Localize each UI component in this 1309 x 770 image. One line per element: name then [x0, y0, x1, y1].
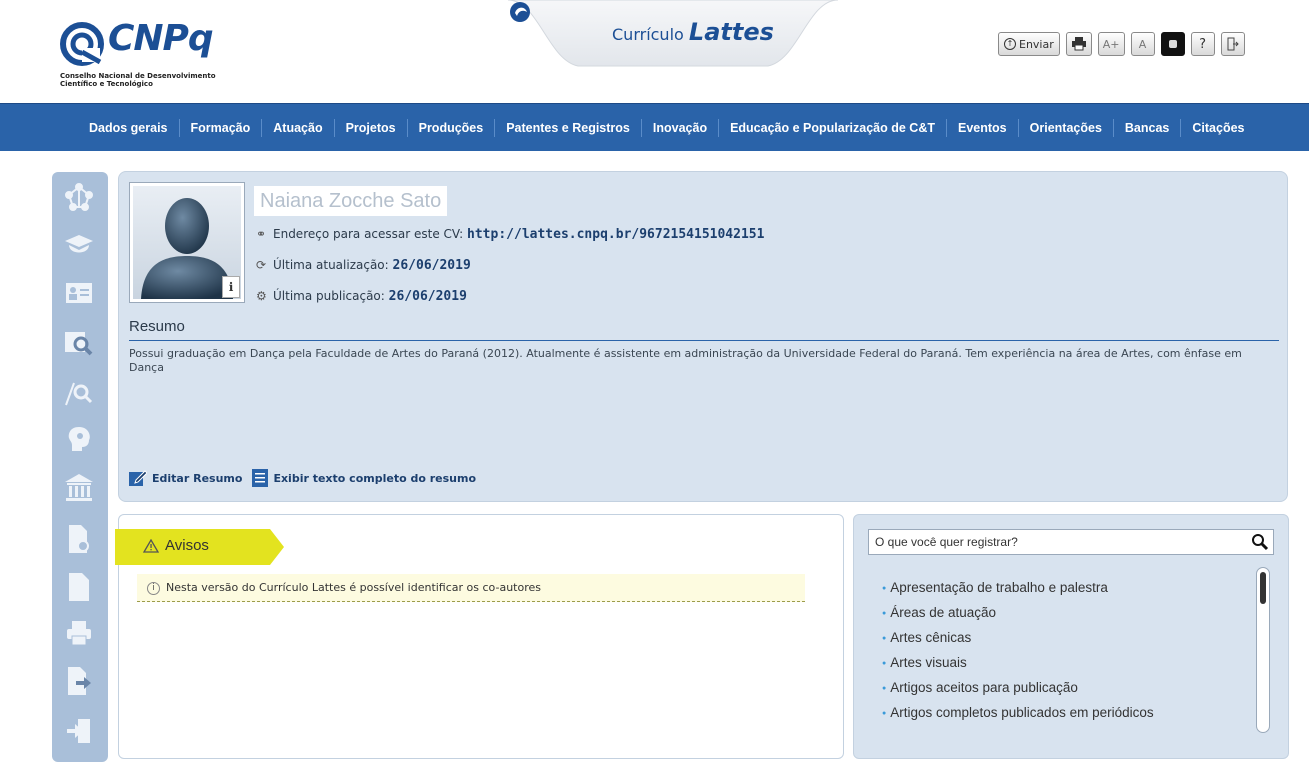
- register-search-input[interactable]: O que você quer registrar?: [868, 529, 1274, 555]
- register-option[interactable]: Artigos aceitos para publicação: [882, 675, 1154, 700]
- register-option[interactable]: Artes visuais: [882, 650, 1154, 675]
- avisos-panel: Avisos i Nesta versão do Currículo Lattes…: [115, 514, 844, 759]
- institution-icon[interactable]: [64, 472, 94, 502]
- register-option[interactable]: Apresentação de trabalho e palestra: [882, 575, 1154, 600]
- resumo-actions: Editar Resumo Exibir texto completo do r…: [129, 469, 476, 487]
- print-icon: [1071, 37, 1086, 51]
- logo-subtitle-line2: Científico e Tecnológico: [60, 80, 153, 88]
- exit-button[interactable]: [1220, 32, 1245, 56]
- upload-icon: ↑: [1004, 38, 1016, 50]
- register-option[interactable]: Áreas de atuação: [882, 600, 1154, 625]
- cnpq-logo-subtitle: Conselho Nacional de Desenvolvimento Cie…: [60, 72, 260, 88]
- resumo-title: Resumo: [129, 318, 185, 335]
- nav-item-bancas[interactable]: Bancas: [1112, 119, 1180, 137]
- cv-address-row: ⚭ Endereço para acessar este CV: http://l…: [256, 227, 764, 242]
- resumo-text: Possui graduação em Dança pela Faculdade…: [129, 347, 1242, 374]
- document-text-icon: [252, 469, 269, 487]
- contrast-button[interactable]: [1160, 32, 1185, 56]
- info-icon: i: [147, 581, 160, 595]
- profile-panel: ℹ Naiana Zocche Sato ⚭ Endereço para aces…: [118, 171, 1288, 502]
- education-cap-icon[interactable]: [64, 230, 94, 260]
- sidebar: [52, 172, 108, 762]
- resumo-divider: [129, 340, 1279, 341]
- scrollbar-thumb[interactable]: [1260, 572, 1266, 604]
- register-option[interactable]: Artigos completos publicados em periódic…: [882, 700, 1153, 725]
- edit-icon: [129, 470, 147, 486]
- lattes-brand-tab: Currículo Lattes: [508, 0, 838, 70]
- printer-icon[interactable]: [64, 618, 94, 648]
- document-icon[interactable]: [64, 572, 94, 602]
- network-icon[interactable]: [64, 182, 94, 212]
- nav-item-educacao[interactable]: Educação e Popularização de C&T: [718, 119, 946, 137]
- nav-item-dados-gerais[interactable]: Dados gerais: [78, 119, 179, 137]
- avisos-title-row: Avisos: [143, 537, 209, 554]
- help-button[interactable]: ?: [1190, 32, 1215, 56]
- last-publication-label: Última publicação:: [273, 289, 385, 303]
- contrast-icon: [1168, 40, 1177, 48]
- last-publication-value: 26/06/2019: [388, 289, 467, 304]
- update-icon: ⟳: [256, 258, 267, 272]
- lattes-icon: [510, 2, 530, 22]
- register-options-list: Apresentação de trabalho e palestra Área…: [882, 575, 1154, 725]
- lattes-page: CNPq Conselho Nacional de Desenvolviment…: [0, 0, 1309, 770]
- nav-item-producoes[interactable]: Produções: [406, 119, 495, 137]
- nav-item-eventos[interactable]: Eventos: [946, 119, 1018, 137]
- cv-address-label: Endereço para acessar este CV:: [273, 227, 464, 241]
- last-update-value: 26/06/2019: [392, 258, 471, 273]
- app-title-prefix: Currículo: [612, 25, 684, 44]
- nav-item-citacoes[interactable]: Citações: [1180, 119, 1255, 137]
- last-update-row: ⟳ Última atualização: 26/06/2019: [256, 258, 471, 273]
- last-publication-row: ⚙ Última publicação: 26/06/2019: [256, 289, 467, 304]
- header: CNPq Conselho Nacional de Desenvolviment…: [0, 0, 1309, 103]
- publication-icon: ⚙: [256, 289, 267, 303]
- print-button[interactable]: [1065, 32, 1092, 56]
- nav-item-inovacao[interactable]: Inovação: [640, 119, 718, 137]
- edit-resumo-link[interactable]: Editar Resumo: [129, 469, 242, 487]
- search-analysis-icon[interactable]: [64, 378, 94, 408]
- font-normal-button[interactable]: A: [1130, 32, 1155, 56]
- nav-item-patentes[interactable]: Patentes e Registros: [494, 119, 641, 137]
- nav-item-formacao[interactable]: Formação: [178, 119, 262, 137]
- app-title-main: Lattes: [688, 18, 774, 46]
- nav-item-projetos[interactable]: Projetos: [333, 119, 407, 137]
- avisos-tab: Avisos: [115, 529, 285, 565]
- photo-info-badge-icon[interactable]: ℹ: [222, 276, 240, 298]
- cv-address-link[interactable]: http://lattes.cnpq.br/9672154151042151: [467, 227, 764, 242]
- researcher-name: Naiana Zocche Sato: [254, 186, 448, 216]
- register-scrollbar[interactable]: [1256, 567, 1270, 733]
- search-icon[interactable]: [1251, 533, 1269, 551]
- cnpq-logo-icon: [60, 22, 104, 66]
- exit-icon: [1227, 37, 1239, 51]
- cnpq-logo-text: CNPq: [108, 18, 214, 59]
- main-nav: Dados gerais Formação Atuação Projetos P…: [0, 103, 1309, 151]
- font-increase-button[interactable]: A+: [1097, 32, 1125, 56]
- avisos-title: Avisos: [165, 537, 209, 554]
- register-panel: O que você quer registrar? Apresentação …: [853, 514, 1289, 759]
- app-title: Currículo Lattes: [580, 18, 800, 46]
- aviso-item: i Nesta versão do Currículo Lattes é poss…: [137, 574, 805, 602]
- nav-item-orientacoes[interactable]: Orientações: [1017, 119, 1113, 137]
- register-option[interactable]: Artes cênicas: [882, 625, 1154, 650]
- export-icon[interactable]: [64, 666, 94, 696]
- enviar-label: Enviar: [1019, 37, 1054, 51]
- link-icon: ⚭: [256, 227, 267, 241]
- nav-item-atuacao[interactable]: Atuação: [261, 119, 333, 137]
- profile-photo: ℹ: [129, 182, 245, 303]
- aviso-text: Nesta versão do Currículo Lattes é possí…: [166, 581, 541, 594]
- toolbar: ↑ Enviar A+ A ?: [998, 32, 1245, 58]
- import-icon[interactable]: [64, 716, 94, 746]
- show-full-resumo-link[interactable]: Exibir texto completo do resumo: [252, 469, 476, 487]
- id-card-icon[interactable]: [64, 278, 94, 308]
- register-search-placeholder: O que você quer registrar?: [875, 535, 1018, 549]
- show-full-resumo-label: Exibir texto completo do resumo: [273, 471, 477, 485]
- last-update-label: Última atualização:: [273, 258, 389, 272]
- logo-subtitle-line1: Conselho Nacional de Desenvolvimento: [60, 72, 216, 80]
- edit-resumo-label: Editar Resumo: [152, 471, 243, 485]
- enviar-button[interactable]: ↑ Enviar: [998, 32, 1060, 56]
- research-icon[interactable]: [64, 328, 94, 358]
- warning-icon: [143, 538, 159, 553]
- brain-icon[interactable]: [64, 424, 94, 454]
- document-link-icon[interactable]: [64, 524, 94, 554]
